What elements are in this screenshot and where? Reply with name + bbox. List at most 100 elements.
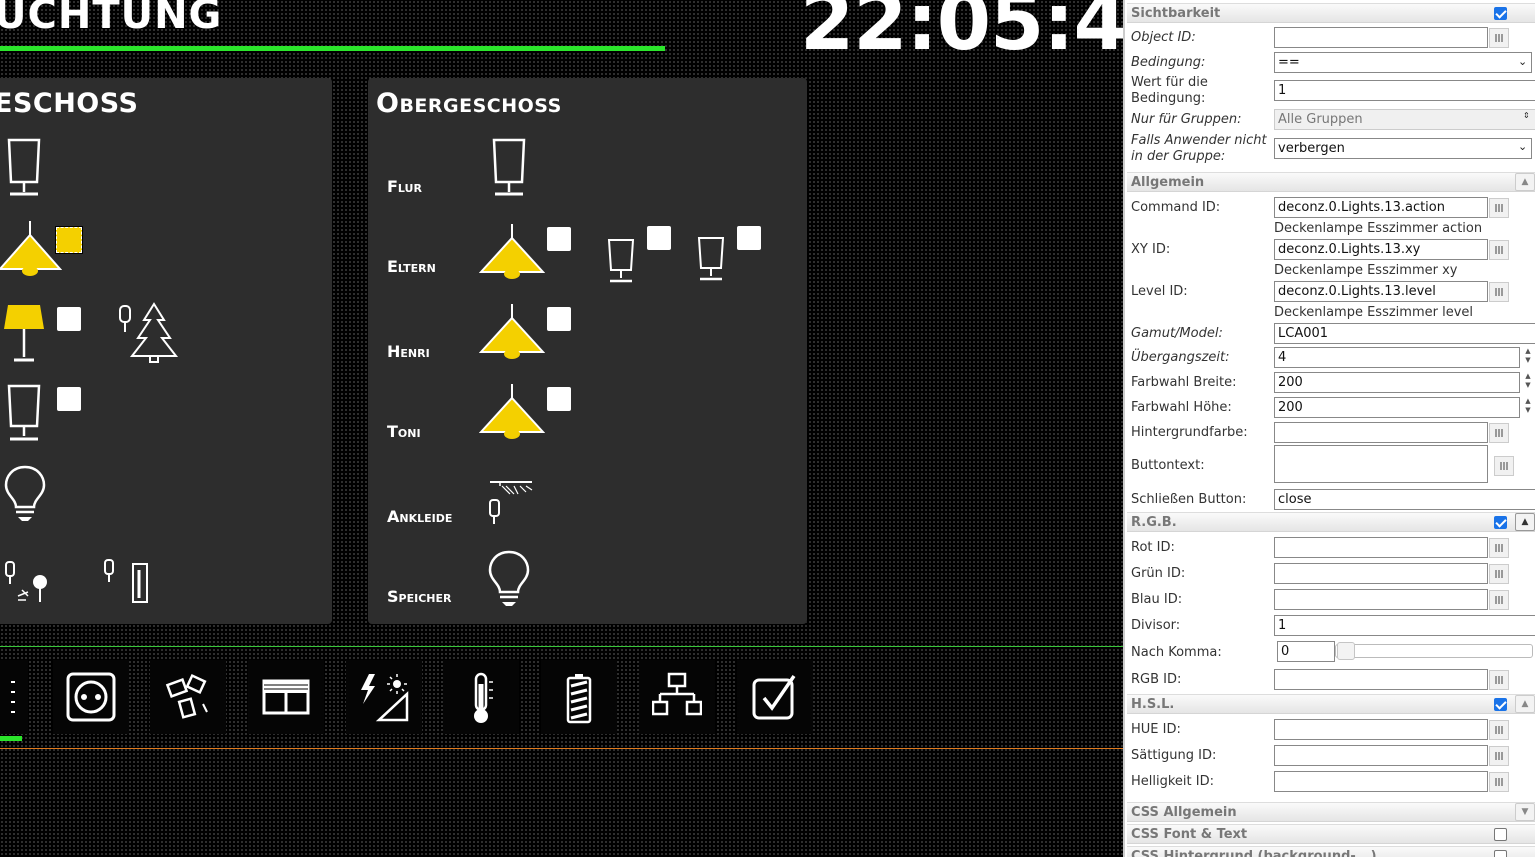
blue-id-input[interactable] (1274, 589, 1488, 610)
close-button-input[interactable]: close (1274, 489, 1535, 510)
eltern-floor-lamp-icon-1[interactable] (606, 238, 636, 284)
blue-id-picker-button[interactable] (1489, 590, 1509, 610)
decimals-slider-track[interactable] (1335, 644, 1533, 658)
transition-input[interactable]: 4 (1274, 347, 1520, 368)
room-label-eltern: Eltern (387, 257, 436, 276)
not-in-group-select[interactable]: verbergen (1274, 138, 1532, 159)
section-visibility[interactable]: Sichtbarkeit (1127, 3, 1535, 23)
ceiling-lamp-on-icon[interactable] (0, 221, 62, 279)
christmas-tree-icon[interactable] (118, 302, 180, 364)
floor-lamp-off-icon[interactable] (4, 138, 44, 200)
ankleide-spotlight-icon[interactable] (486, 478, 536, 526)
section-css-general-expand-icon[interactable]: ▼ (1515, 803, 1535, 821)
standing-lamp-on-icon[interactable] (2, 303, 46, 363)
divisor-input[interactable]: 1 (1274, 615, 1535, 636)
hue-id-picker-button[interactable] (1489, 720, 1509, 740)
section-rgb-collapse-icon[interactable]: ▲ (1515, 513, 1535, 531)
section-general[interactable]: Allgemein ▲ (1127, 172, 1535, 192)
green-id-picker-button[interactable] (1489, 564, 1509, 584)
section-css-font[interactable]: CSS Font & Text (1127, 824, 1535, 844)
button-text-textarea[interactable] (1274, 445, 1488, 483)
nav-button-thermometer[interactable] (443, 660, 519, 734)
condition-select[interactable]: == (1274, 52, 1532, 73)
red-id-input[interactable] (1274, 537, 1488, 558)
level-id-picker-button[interactable] (1489, 282, 1509, 302)
nav-button-checkbox[interactable] (737, 660, 813, 734)
rgb-id-picker-button[interactable] (1489, 670, 1509, 690)
henri-ceiling-lamp-icon[interactable] (479, 304, 545, 360)
command-id-picker-button[interactable] (1489, 198, 1509, 218)
wall-light-icon[interactable] (103, 558, 151, 606)
section-rgb[interactable]: R.G.B. ▲ (1127, 512, 1535, 532)
nav-button-window-contact[interactable] (150, 660, 226, 734)
eltern-ceiling-lamp-icon[interactable] (479, 224, 545, 280)
hsl-enabled-checkbox[interactable] (1494, 698, 1507, 711)
decimals-slider-handle[interactable] (1337, 642, 1355, 660)
henri-checkbox[interactable] (547, 307, 571, 331)
bg-color-picker-button[interactable] (1489, 423, 1509, 443)
xy-id-label: XY ID: (1131, 242, 1171, 257)
transition-label: Übergangszeit: (1131, 350, 1230, 365)
section-css-background[interactable]: CSS Hintergrund (background-...) (1127, 846, 1535, 857)
flur-floor-lamp-icon[interactable] (489, 138, 529, 200)
picker-height-input[interactable]: 200 (1274, 397, 1520, 418)
garden-light-icon[interactable] (4, 560, 52, 606)
css-background-checkbox[interactable] (1494, 850, 1507, 857)
nav-button-shutter[interactable] (248, 660, 324, 734)
xy-id-input[interactable]: deconz.0.Lights.13.xy (1274, 239, 1488, 260)
object-id-input[interactable] (1274, 27, 1488, 48)
brightness-id-picker-button[interactable] (1489, 772, 1509, 792)
bg-color-input[interactable] (1274, 422, 1488, 443)
picker-width-label: Farbwahl Breite: (1131, 375, 1237, 390)
section-hsl[interactable]: H.S.L. ▲ (1127, 694, 1535, 714)
light-bulb-icon[interactable] (4, 465, 46, 523)
eltern-floor-lamp-icon-2[interactable] (696, 236, 726, 282)
decimals-input[interactable]: 0 (1277, 641, 1335, 662)
nav-button-network[interactable] (639, 660, 715, 734)
saturation-id-input[interactable] (1274, 745, 1488, 766)
toni-checkbox[interactable] (547, 387, 571, 411)
level-id-input[interactable]: deconz.0.Lights.13.level (1274, 281, 1488, 302)
eltern-lamp-2-checkbox[interactable] (737, 226, 761, 250)
standing-lamp-checkbox[interactable] (57, 307, 81, 331)
rgb-id-input[interactable] (1274, 669, 1488, 690)
picker-width-spinner[interactable]: ▲ ▼ (1521, 372, 1535, 393)
nav-button-battery[interactable] (541, 660, 617, 734)
gamut-input[interactable]: LCA001 (1274, 323, 1535, 344)
room-label-toni: Toni (387, 422, 421, 441)
condition-value-input[interactable]: 1 (1274, 80, 1535, 101)
vis-canvas[interactable]: UCHTUNG 22:05:4 ESCHOSS Obergeschoss Flu… (0, 0, 1123, 857)
transition-spinner[interactable]: ▲ ▼ (1521, 347, 1535, 368)
saturation-id-picker-button[interactable] (1489, 746, 1509, 766)
separator-orange (0, 748, 1123, 749)
visibility-enabled-checkbox[interactable] (1494, 7, 1507, 20)
command-id-input[interactable]: deconz.0.Lights.13.action (1274, 197, 1488, 218)
floor-lamp-checkbox[interactable] (57, 387, 81, 411)
object-id-picker-button[interactable] (1489, 28, 1509, 48)
red-id-picker-button[interactable] (1489, 538, 1509, 558)
brightness-id-input[interactable] (1274, 771, 1488, 792)
css-font-checkbox[interactable] (1494, 828, 1507, 841)
section-general-collapse-icon[interactable]: ▲ (1515, 173, 1535, 191)
xy-id-picker-button[interactable] (1489, 240, 1509, 260)
picker-width-input[interactable]: 200 (1274, 372, 1520, 393)
nav-button-weather[interactable] (346, 660, 422, 734)
groups-select[interactable]: Alle Gruppen (1274, 109, 1535, 130)
nav-button-socket[interactable] (53, 660, 129, 734)
section-css-general-title: CSS Allgemein (1131, 805, 1237, 820)
green-id-input[interactable] (1274, 563, 1488, 584)
eltern-checkbox[interactable] (547, 227, 571, 251)
rgb-enabled-checkbox[interactable] (1494, 516, 1507, 529)
nav-button-menu[interactable] (0, 660, 28, 734)
section-css-general[interactable]: CSS Allgemein ▼ (1127, 802, 1535, 822)
floor-lamp-off-icon-2[interactable] (4, 384, 44, 444)
room-label-henri: Henri (387, 342, 430, 361)
speicher-bulb-icon[interactable] (488, 550, 530, 608)
toni-ceiling-lamp-icon[interactable] (479, 384, 545, 440)
color-picker-swatch[interactable] (55, 226, 83, 254)
button-text-picker-button[interactable] (1494, 456, 1514, 476)
eltern-lamp-1-checkbox[interactable] (647, 226, 671, 250)
picker-height-spinner[interactable]: ▲ ▼ (1521, 397, 1535, 418)
section-hsl-collapse-icon[interactable]: ▲ (1515, 695, 1535, 713)
hue-id-input[interactable] (1274, 719, 1488, 740)
